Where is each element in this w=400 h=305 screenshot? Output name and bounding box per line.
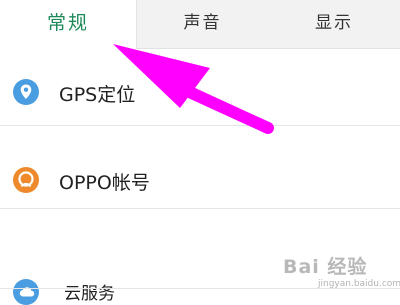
settings-item-gps[interactable]: GPS定位 <box>0 49 400 133</box>
tab-display[interactable]: 显示 <box>268 0 400 48</box>
account-icon <box>13 167 39 193</box>
location-pin-icon <box>13 79 39 105</box>
settings-item-label: 云服务 <box>64 284 115 304</box>
settings-item-oppo-account[interactable]: OPPO帐号 <box>0 125 400 209</box>
watermark-url: jingyan.baidu.com <box>318 279 400 289</box>
divider <box>0 208 400 209</box>
tab-sound[interactable]: 声音 <box>137 0 268 48</box>
settings-item-label: OPPO帐号 <box>59 172 150 194</box>
tab-general[interactable]: 常规 <box>0 0 137 49</box>
watermark-logo: Bai 经验 <box>283 256 368 278</box>
settings-item-label: GPS定位 <box>59 84 136 106</box>
cloud-icon <box>13 279 39 305</box>
tab-bar: 常规 声音 显示 <box>0 0 400 49</box>
divider <box>0 125 400 126</box>
